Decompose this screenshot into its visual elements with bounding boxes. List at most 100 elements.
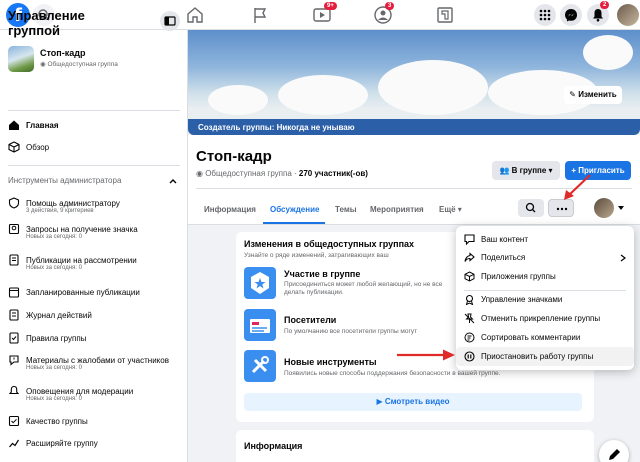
play-icon: ▶ [376, 397, 385, 406]
tab-events[interactable]: Мероприятия [370, 205, 424, 214]
sidebar-divider [8, 165, 180, 166]
tab-discussion[interactable]: Обсуждение [270, 205, 319, 214]
sidebar-item-home[interactable]: Главная [6, 115, 182, 137]
caret-down-icon: ▾ [457, 205, 462, 214]
menu-item-your-content[interactable]: Ваш контент [456, 230, 634, 249]
messenger-button[interactable] [560, 4, 582, 26]
cover-caption: Создатель группы: Никогда не унываю [188, 119, 640, 135]
badge-star-icon [251, 272, 269, 294]
cover-blossom [278, 75, 368, 115]
growth-icon [9, 439, 20, 448]
sidebar-item-overview[interactable]: Обзор [6, 137, 182, 159]
menu-item-label: Управление значками [481, 295, 563, 304]
sidebar-item-moderation-alerts[interactable]: Оповещения для модерации Новых за сегодн… [6, 381, 182, 403]
tab-more[interactable]: Ещё ▾ [439, 205, 462, 214]
menu-item-sort-comments[interactable]: Сортировать комментарии [456, 328, 634, 347]
sidebar-item-label: Правила группы [26, 334, 87, 343]
cube-icon [464, 271, 475, 282]
create-post-button[interactable] [599, 440, 629, 462]
sidebar-item-badge-requests[interactable]: Запросы на получение значка Новых за сег… [6, 219, 182, 241]
globe-icon: ◉ [196, 169, 206, 178]
collapse-sidebar-button[interactable] [160, 11, 180, 31]
menu-item-label: Приложения группы [481, 272, 556, 281]
group-thumbnail[interactable] [8, 46, 34, 72]
menu-item-manage-badges[interactable]: Управление значками [456, 290, 634, 309]
sidebar-item-scheduled-posts[interactable]: Запланированные публикации [6, 282, 182, 304]
unpin-icon [464, 313, 475, 324]
sidebar-item-group-quality[interactable]: Качество группы [6, 411, 182, 433]
menu-item-group-apps[interactable]: Приложения группы [456, 267, 634, 286]
sidebar-item-label: Запросы на получение значка [26, 225, 138, 234]
sidebar-item-grow-group[interactable]: Расширяйте группу [6, 433, 182, 455]
watch-video-button[interactable]: ▶ Смотреть видео [244, 393, 582, 411]
comment-icon [464, 234, 475, 245]
sidebar-divider [8, 110, 180, 111]
notifications-button[interactable]: 2 [587, 1, 610, 26]
sidebar-title: Управление группой [8, 8, 85, 38]
sidebar-item-group-rules[interactable]: Правила группы [6, 328, 182, 350]
sidebar-item-label: Публикации на рассмотрении [26, 256, 137, 265]
home-icon [187, 7, 203, 23]
tab-topics[interactable]: Темы [335, 205, 357, 214]
user-avatar[interactable] [594, 198, 614, 218]
sidebar-item-sub: Новых за сегодня: 0 [26, 396, 82, 402]
menu-button[interactable] [534, 4, 556, 26]
group-title: Стоп-кадр [196, 148, 272, 165]
group-meta: ◉ Общедоступная группа · 270 участник(-о… [196, 169, 368, 178]
grid-menu-icon [539, 9, 551, 21]
bell-icon [8, 385, 20, 395]
annotation-arrow [397, 349, 455, 361]
admin-tools-heading: Инструменты администратора [8, 176, 122, 185]
nav-pages[interactable] [250, 6, 270, 24]
quality-icon [8, 415, 20, 427]
feature-title: Участие в группе [284, 269, 361, 279]
edit-cover-label: Изменить [578, 90, 617, 99]
watch-badge: 9+ [324, 2, 337, 10]
menu-item-share[interactable]: Поделиться [456, 248, 634, 267]
sidebar-item-label: Материалы с жалобами от участников [26, 356, 169, 365]
pencil-icon: ✎ [569, 90, 579, 99]
tab-info[interactable]: Информация [204, 205, 256, 214]
nav-groups[interactable]: 3 [373, 2, 395, 24]
nav-home[interactable] [185, 6, 205, 24]
nav-gaming[interactable] [435, 6, 455, 24]
group-members[interactable]: 270 участник(-ов) [299, 169, 368, 178]
sidebar-item-label: Обзор [26, 143, 50, 152]
feature-desc-line: Присоединиться может любой желающий, но … [284, 281, 443, 288]
alert-bubble-icon [9, 355, 19, 366]
sidebar-item-activity-log[interactable]: Журнал действий [6, 305, 182, 327]
menu-item-label: Отменить прикрепление группы [481, 314, 601, 323]
more-options-menu: Ваш контент Поделиться Приложения группы… [456, 226, 634, 370]
group-privacy: Общедоступная группа [205, 169, 292, 178]
sort-icon [464, 332, 475, 343]
info-card-title: Информация [244, 441, 303, 451]
sidebar-item-pending-posts[interactable]: Публикации на рассмотрении Новых за сего… [6, 250, 182, 272]
document-icon [9, 254, 19, 266]
menu-item-label: Сортировать комментарии [481, 333, 581, 342]
account-avatar[interactable] [617, 4, 639, 26]
menu-item-unpin-group[interactable]: Отменить прикрепление группы [456, 309, 634, 328]
cover-blossom [208, 85, 268, 115]
badge-icon [465, 294, 474, 305]
in-group-button[interactable]: 👥 В группе ▾ [492, 161, 560, 180]
sidebar-item-label: Оповещения для модерации [26, 387, 134, 396]
members-icon: 👥 [499, 166, 512, 175]
edit-cover-button[interactable]: ✎ Изменить [564, 86, 622, 104]
nav-watch[interactable]: 9+ [312, 2, 337, 24]
search-group-button[interactable] [518, 199, 544, 217]
chevron-right-icon [620, 254, 626, 262]
feature-desc-line: делать публикации. [284, 289, 344, 296]
watch-video-label: Смотреть видео [384, 397, 450, 406]
chevron-up-icon[interactable] [168, 176, 178, 186]
pause-icon [464, 351, 475, 362]
sidebar-item-admin-assist[interactable]: Помощь администратору 3 действия, 9 крит… [6, 193, 182, 215]
tools-icon [251, 356, 269, 374]
edit-icon [609, 449, 620, 460]
visitors-icon [244, 309, 276, 341]
feature-description: Появились новые способы поддержания безо… [284, 370, 501, 377]
menu-item-pause-group[interactable]: Приостановить работу группы [456, 347, 634, 366]
flag-icon [254, 8, 267, 23]
sidebar-item-reported-content[interactable]: Материалы с жалобами от участников Новых… [6, 350, 182, 372]
sidebar-group-name[interactable]: Стоп-кадр [40, 48, 85, 58]
caret-down-icon[interactable] [617, 204, 625, 212]
